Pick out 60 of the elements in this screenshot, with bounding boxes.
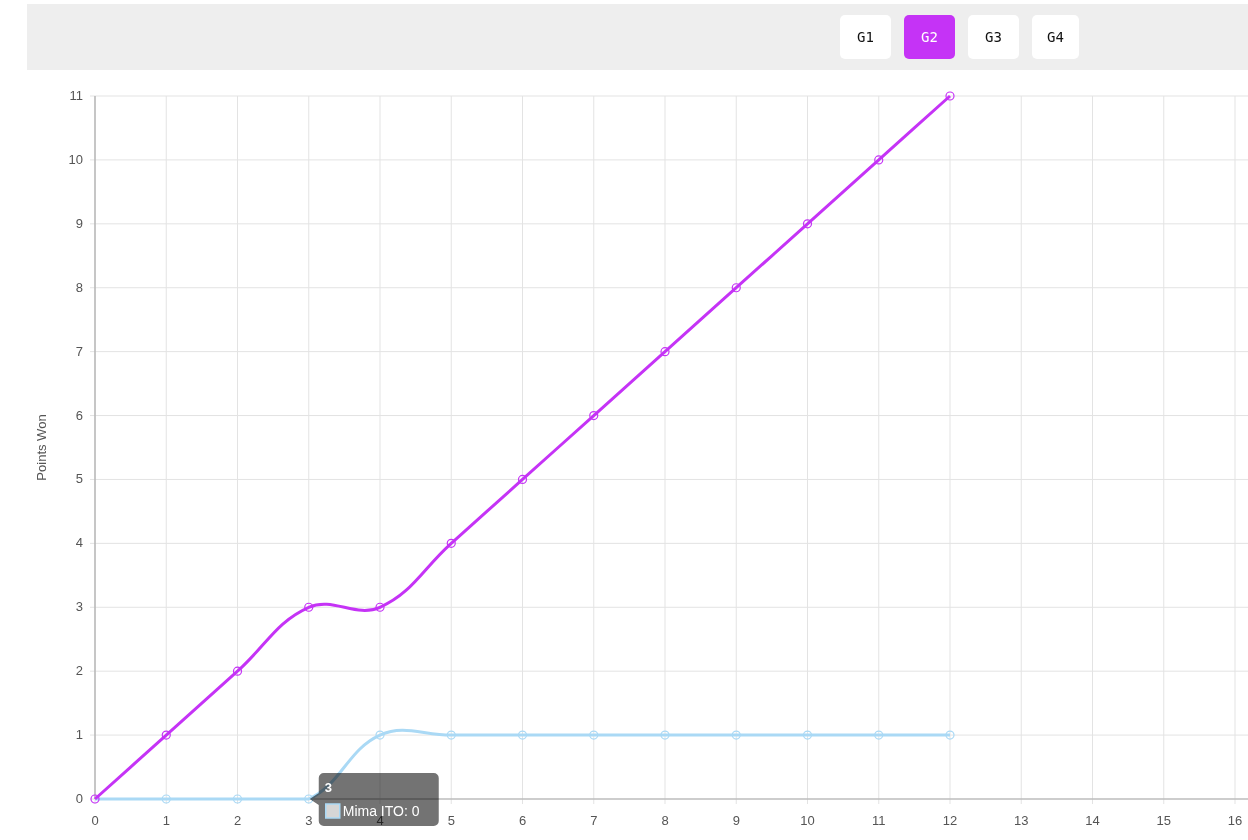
x-tick-label: 0 — [91, 813, 99, 828]
data-point — [945, 91, 955, 101]
data-point — [517, 730, 528, 740]
data-point — [802, 219, 813, 229]
y-tick-label: 3 — [75, 599, 83, 615]
data-point — [802, 730, 813, 740]
data-point — [161, 730, 171, 740]
data-point — [731, 283, 741, 293]
data-point — [375, 730, 385, 740]
data-point — [660, 347, 670, 357]
y-tick-label: 8 — [75, 279, 83, 295]
data-point — [232, 666, 243, 676]
data-point — [90, 794, 100, 804]
x-tick-label: 9 — [732, 813, 740, 828]
y-tick-label: 9 — [75, 215, 83, 231]
x-tick-label: 6 — [518, 813, 527, 828]
x-tick-label: 5 — [447, 813, 455, 828]
data-point — [304, 602, 314, 612]
x-tick-label: 2 — [233, 813, 242, 828]
x-tick-label: 12 — [942, 813, 958, 828]
data-point — [375, 602, 385, 612]
y-tick-label: 7 — [75, 343, 83, 359]
data-point — [874, 730, 884, 740]
legend-swatch — [325, 803, 341, 819]
x-tick-label: 11 — [872, 813, 886, 828]
y-tick-label: 2 — [75, 663, 83, 679]
x-tick-label: 15 — [1156, 813, 1171, 828]
y-tick-label: 1 — [75, 727, 83, 743]
data-point — [660, 730, 670, 740]
x-tick-label: 7 — [590, 813, 598, 828]
data-point — [589, 730, 599, 740]
data-point — [446, 538, 456, 548]
data-point — [731, 730, 741, 740]
x-tick-label: 1 — [162, 813, 170, 828]
game-tab[interactable]: G2 — [904, 15, 955, 59]
x-tick-label: 3 — [305, 813, 313, 828]
data-point — [945, 730, 955, 740]
y-tick-label: 0 — [75, 791, 83, 806]
tooltip-title: 3 — [324, 780, 332, 795]
data-point — [517, 474, 528, 485]
data-point — [304, 794, 314, 804]
x-tick-label: 13 — [1014, 813, 1029, 828]
game-tab[interactable]: G4 — [1032, 15, 1079, 59]
x-tick-label: 14 — [1085, 813, 1100, 828]
y-tick-label: 6 — [75, 407, 83, 423]
x-tick-label: 8 — [661, 813, 669, 828]
data-point — [161, 794, 171, 804]
y-tick-label: 5 — [75, 471, 83, 487]
y-tick-label: 10 — [68, 151, 83, 167]
data-point — [589, 410, 599, 421]
x-tick-label: 10 — [800, 813, 815, 828]
x-tick-label: 16 — [1227, 813, 1243, 828]
game-tab[interactable]: G1 — [840, 15, 891, 59]
data-point — [232, 794, 243, 804]
game-tab[interactable]: G3 — [968, 15, 1019, 59]
y-axis-title: Points Won — [34, 414, 49, 481]
data-point — [446, 730, 456, 740]
y-tick-label: 11 — [69, 88, 83, 103]
data-point — [874, 155, 884, 165]
y-tick-label: 4 — [75, 535, 83, 551]
